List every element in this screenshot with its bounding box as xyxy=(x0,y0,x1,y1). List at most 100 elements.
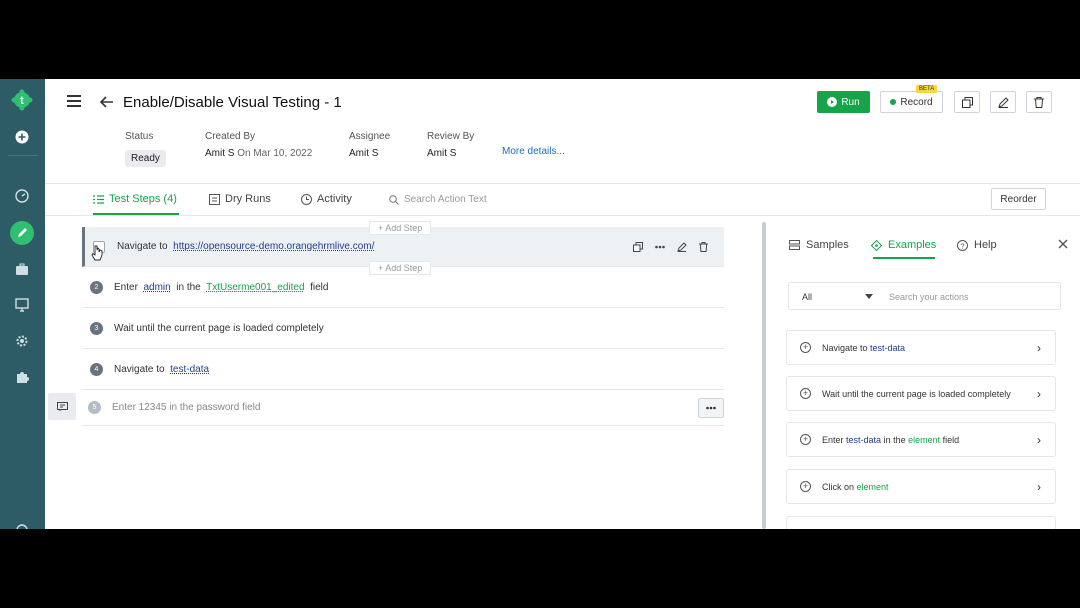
tab-activity[interactable]: Activity xyxy=(301,193,352,205)
svg-text:t: t xyxy=(20,95,24,107)
step-test-data[interactable]: test-data xyxy=(170,364,209,375)
new-step-input-row[interactable]: 5 Enter 12345 in the password field xyxy=(82,390,724,426)
example-action: Enter xyxy=(822,434,844,445)
test-development-icon[interactable] xyxy=(10,221,34,245)
active-tab-indicator xyxy=(93,213,179,215)
close-icon[interactable] xyxy=(1058,236,1068,253)
record-button[interactable]: Record xyxy=(880,91,943,113)
example-card[interactable]: + Wait until the current page is loaded … xyxy=(786,376,1056,411)
delete-button[interactable] xyxy=(1026,91,1052,113)
sidebar: t xyxy=(0,79,45,529)
chevron-down-icon[interactable] xyxy=(865,294,873,299)
app-window: t Enable/Disable Visual Testing - 1 Stat… xyxy=(0,79,1080,529)
search-icon xyxy=(389,194,399,205)
more-options-icon[interactable] xyxy=(655,245,665,249)
add-circle-icon[interactable]: + xyxy=(800,388,811,399)
step-number: 2 xyxy=(90,280,103,294)
tab-dry-runs[interactable]: Dry Runs xyxy=(209,193,271,205)
example-text: Click on element xyxy=(822,482,889,492)
scrollbar[interactable] xyxy=(762,222,766,529)
assignee-field: Assignee Amit S xyxy=(349,131,390,159)
step-url-value[interactable]: https://opensource-demo.orangehrmlive.co… xyxy=(173,241,374,252)
list-icon xyxy=(93,194,104,204)
pencil-icon xyxy=(997,96,1009,108)
copy-icon[interactable] xyxy=(633,241,643,252)
add-circle-icon[interactable]: + xyxy=(800,434,811,445)
step-options-button[interactable] xyxy=(698,397,724,418)
svg-text:?: ? xyxy=(960,241,964,250)
chevron-right-icon[interactable]: › xyxy=(1037,480,1041,494)
reorder-button[interactable]: Reorder xyxy=(991,188,1046,210)
chevron-right-icon[interactable]: › xyxy=(1037,387,1041,401)
active-tab-indicator xyxy=(873,257,935,259)
new-step-placeholder[interactable]: Enter 12345 in the password field xyxy=(112,402,260,413)
example-card[interactable]: + Click on element › xyxy=(786,469,1056,504)
step-action: Enter xyxy=(114,281,138,293)
add-step-button-below[interactable]: + Add Step xyxy=(369,261,432,275)
example-card[interactable]: + Navigate to test-data › xyxy=(786,330,1056,365)
tab-help[interactable]: ? Help xyxy=(957,239,997,251)
monitor-icon[interactable] xyxy=(11,294,33,316)
tab-dry-runs-label: Dry Runs xyxy=(225,193,271,205)
testsigma-logo-icon[interactable]: t xyxy=(11,89,33,111)
example-connector: in the xyxy=(883,434,906,445)
step-test-data[interactable]: admin xyxy=(143,282,170,293)
trash-icon[interactable] xyxy=(699,241,708,252)
review-by-value: Amit S xyxy=(427,148,457,159)
record-dot-icon xyxy=(890,99,897,105)
example-card-partial[interactable] xyxy=(786,516,1056,529)
help-icon[interactable] xyxy=(11,519,33,529)
settings-gear-icon[interactable] xyxy=(11,330,33,352)
dashboard-icon[interactable] xyxy=(11,185,33,207)
tab-examples[interactable]: Examples xyxy=(871,239,936,251)
step-element[interactable]: TxtUserme001_edited xyxy=(206,282,304,293)
add-icon[interactable] xyxy=(11,126,33,148)
comment-button[interactable] xyxy=(48,393,76,420)
step-connector: in the xyxy=(176,281,201,293)
page-title: Enable/Disable Visual Testing - 1 xyxy=(123,94,342,111)
status-badge: Ready xyxy=(125,150,166,167)
puzzle-icon[interactable] xyxy=(11,366,33,388)
tab-samples-label: Samples xyxy=(806,239,849,251)
menu-icon[interactable] xyxy=(67,95,81,110)
chevron-right-icon[interactable]: › xyxy=(1037,341,1041,355)
briefcase-icon[interactable] xyxy=(11,258,33,280)
play-icon xyxy=(827,97,838,107)
test-case-header: Enable/Disable Visual Testing - 1 Status… xyxy=(45,79,1080,184)
copy-button[interactable] xyxy=(954,91,980,113)
filter-select[interactable]: All xyxy=(802,292,812,302)
step-number: 5 xyxy=(88,401,101,414)
step-suffix: field xyxy=(310,281,329,293)
add-circle-icon[interactable]: + xyxy=(800,342,811,353)
example-test-data: test-data xyxy=(870,342,906,353)
example-card[interactable]: + Enter test-data in the element field › xyxy=(786,422,1056,457)
search-action-input[interactable]: Search Action Text xyxy=(389,194,487,205)
edit-button[interactable] xyxy=(990,91,1016,113)
pencil-icon[interactable] xyxy=(677,241,687,252)
step-row-4[interactable]: 4 Navigate to test-data xyxy=(82,349,724,390)
tab-activity-label: Activity xyxy=(317,193,352,205)
step-action: Navigate to xyxy=(114,363,165,375)
chevron-right-icon[interactable]: › xyxy=(1037,433,1041,447)
example-text: Wait until the current page is loaded co… xyxy=(822,388,1011,399)
created-on-value: On Mar 10, 2022 xyxy=(237,148,313,159)
step-row-3[interactable]: 3 Wait until the current page is loaded … xyxy=(82,308,724,349)
review-by-field: Review By Amit S xyxy=(427,131,474,159)
add-step-button-top[interactable]: + Add Step xyxy=(369,221,432,235)
tabs-bar: Test Steps (4) Dry Runs Activity Search … xyxy=(45,184,1080,216)
run-label: Run xyxy=(841,96,860,108)
more-details-link[interactable]: More details... xyxy=(502,146,565,157)
examples-icon xyxy=(871,239,882,251)
status-label: Status xyxy=(125,131,154,142)
step-number: 4 xyxy=(90,362,103,376)
tab-samples[interactable]: Samples xyxy=(789,239,849,251)
status-field: Status Ready xyxy=(125,131,166,167)
back-arrow-icon[interactable] xyxy=(99,92,114,113)
step-text: Wait until the current page is loaded co… xyxy=(114,322,324,334)
search-actions-input[interactable]: Search your actions xyxy=(889,292,969,302)
record-label: Record xyxy=(900,96,933,108)
tab-test-steps[interactable]: Test Steps (4) xyxy=(93,193,177,205)
run-button[interactable]: Run xyxy=(817,91,870,113)
created-by-field: Created By Amit S On Mar 10, 2022 xyxy=(205,131,312,159)
add-circle-icon[interactable]: + xyxy=(800,481,811,492)
